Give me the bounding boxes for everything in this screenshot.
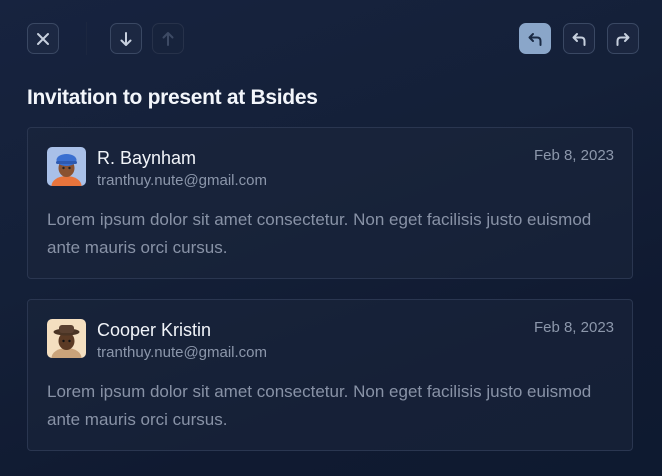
close-button[interactable] [27,23,59,54]
message-body: Lorem ipsum dolor sit amet consectetur. … [47,382,592,429]
thread-subject: Invitation to present at Bsides [27,86,318,109]
sender-name: Cooper Kristin [97,320,212,340]
reply-all-icon [572,32,586,46]
reply-button[interactable] [519,23,551,54]
next-message-button[interactable] [110,23,142,54]
toolbar [0,0,662,76]
sender-email: tranthuy.nute@gmail.com [97,344,268,361]
message-body: Lorem ipsum dolor sit amet consectetur. … [47,210,592,257]
sender-name: R. Baynham [97,148,197,168]
toolbar-divider [86,22,87,55]
sender-email: tranthuy.nute@gmail.com [97,172,268,189]
avatar [47,147,86,186]
forward-button[interactable] [607,23,639,54]
close-icon [37,32,49,45]
reply-icon [528,32,542,46]
message-date: Feb 8, 2023 [533,319,614,336]
message-date: Feb 8, 2023 [533,147,614,164]
message-card[interactable]: Cooper Kristin tranthuy.nute@gmail.com F… [27,299,633,451]
forward-icon [616,32,630,46]
avatar [47,319,86,358]
reply-all-button[interactable] [563,23,595,54]
message-card[interactable]: R. Baynham tranthuy.nute@gmail.com Feb 8… [27,127,633,279]
previous-message-button[interactable] [152,23,184,54]
arrow-up-icon [162,31,174,46]
arrow-down-icon [120,31,132,46]
